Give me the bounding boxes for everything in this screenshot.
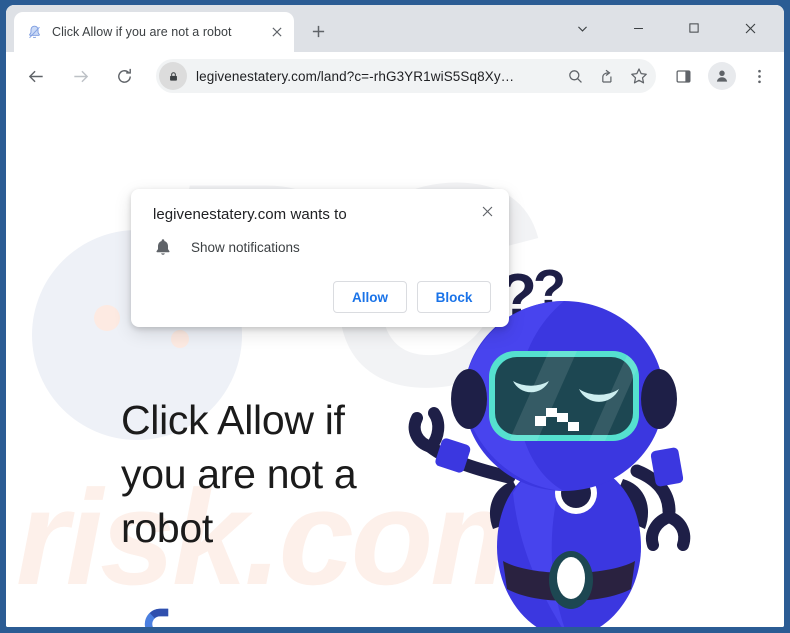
os-window-frame: Click Allow if you are not a robot legiv… [0,0,790,633]
decorative-dot [171,330,189,348]
share-icon[interactable] [592,61,622,91]
reload-icon[interactable] [108,60,140,92]
three-dot-menu-icon[interactable] [744,61,774,91]
tab-title: Click Allow if you are not a robot [52,25,232,39]
dialog-actions: Allow Block [153,281,491,313]
browser-window: Click Allow if you are not a robot legiv… [6,5,784,627]
permission-option-label: Show notifications [191,239,300,255]
window-minimize-button[interactable] [618,11,658,45]
back-arrow-icon[interactable] [20,60,52,92]
dialog-title: legivenestatery.com wants to [153,206,347,223]
bell-slash-icon [26,24,43,41]
block-button[interactable]: Block [417,281,491,313]
star-icon[interactable] [624,61,654,91]
page-title: Click Allow if you are not a robot [121,397,357,551]
tab-search-chevron-down-icon[interactable] [562,11,602,45]
decorative-dot [94,305,120,331]
browser-toolbar: legivenestatery.com/land?c=-rhG3YR1wiS5S… [6,52,784,100]
tab-strip: Click Allow if you are not a robot [6,5,784,52]
dialog-close-icon[interactable] [476,200,498,222]
forward-arrow-icon [64,60,96,92]
notification-permission-dialog: legivenestatery.com wants to Show notifi… [131,189,509,327]
new-tab-button[interactable] [304,17,332,45]
lock-icon[interactable] [159,62,187,90]
page-viewport: PC risk.com Click Allow if you are not a… [6,100,784,627]
browser-tab[interactable]: Click Allow if you are not a robot [14,12,294,52]
address-bar[interactable]: legivenestatery.com/land?c=-rhG3YR1wiS5S… [156,59,656,93]
magnifier-icon[interactable] [560,61,590,91]
url-text: legivenestatery.com/land?c=-rhG3YR1wiS5S… [196,68,515,84]
profile-avatar-icon[interactable] [708,62,736,90]
e-captcha-logo: E-CAPTCHA [124,605,196,627]
bell-icon [153,237,173,257]
allow-button[interactable]: Allow [333,281,407,313]
tab-close-icon[interactable] [266,21,288,43]
window-maximize-button[interactable] [674,11,714,45]
window-close-button[interactable] [730,11,770,45]
captcha-c-icon [141,605,179,627]
dialog-body: Show notifications [153,237,491,257]
side-panel-icon[interactable] [668,61,698,91]
